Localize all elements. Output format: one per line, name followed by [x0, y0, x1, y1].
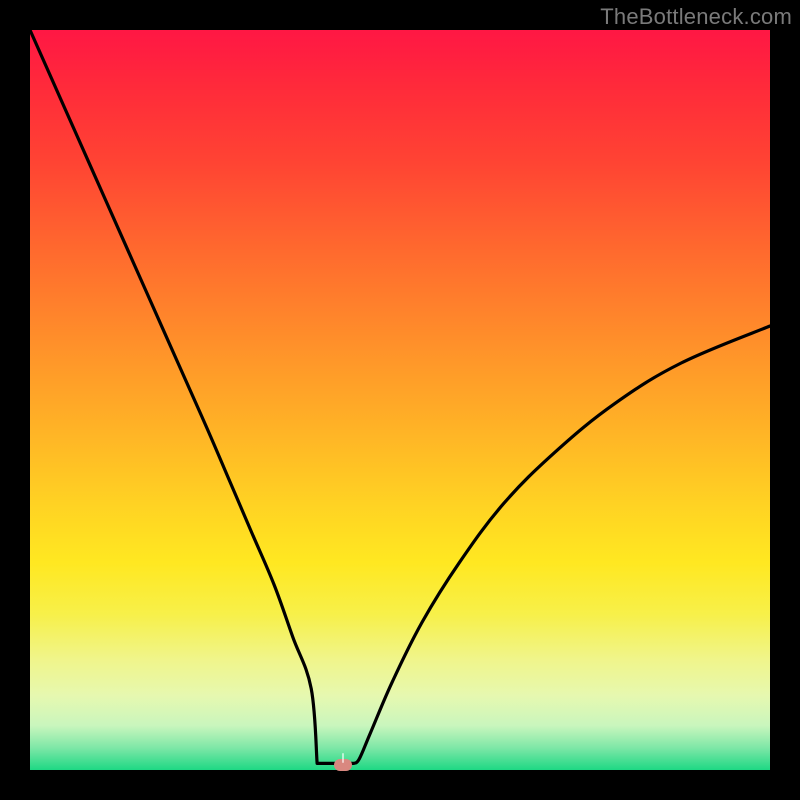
chart-frame: TheBottleneck.com — [0, 0, 800, 800]
bottleneck-curve — [30, 30, 770, 770]
watermark-text: TheBottleneck.com — [600, 4, 792, 30]
marker-highlight — [342, 753, 344, 763]
plot-area — [30, 30, 770, 770]
